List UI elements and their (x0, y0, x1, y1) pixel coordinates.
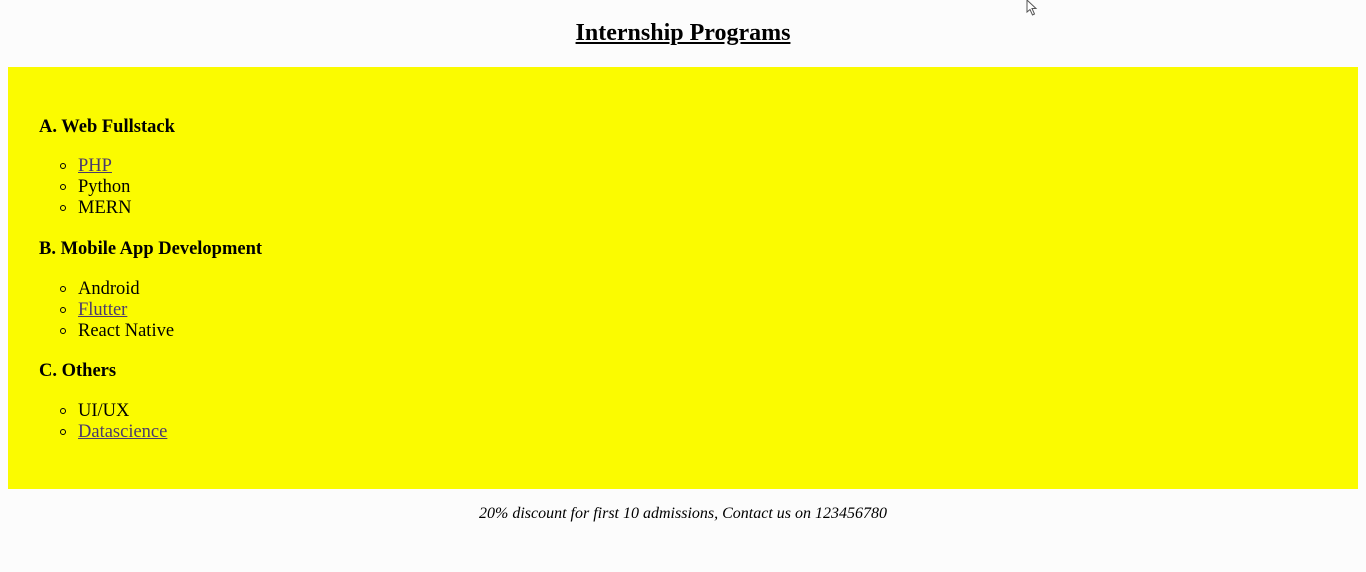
ui-ux-label: UI/UX (78, 401, 130, 421)
datascience-link[interactable]: Datascience (78, 422, 167, 442)
circle-bullet-icon (60, 205, 66, 211)
python-label: Python (78, 177, 131, 197)
web-fullstack-list: PHP Python MERN (48, 156, 131, 219)
section-heading-web-fullstack: A. Web Fullstack (39, 117, 175, 137)
list-item[interactable]: PHP (48, 156, 131, 177)
flutter-link[interactable]: Flutter (78, 300, 127, 320)
section-heading-others: C. Others (39, 361, 117, 381)
circle-bullet-icon (60, 163, 66, 169)
list-item: MERN (48, 198, 131, 219)
mern-label: MERN (78, 198, 132, 218)
circle-bullet-icon (60, 328, 66, 334)
circle-bullet-icon (60, 429, 66, 435)
list-item: Android (48, 279, 174, 300)
circle-bullet-icon (60, 286, 66, 292)
programs-panel: A. Web Fullstack PHP Python MERN B. Mobi… (8, 67, 1358, 489)
list-item: React Native (48, 321, 174, 342)
mobile-app-list: Android Flutter React Native (48, 279, 174, 342)
list-item[interactable]: Flutter (48, 300, 174, 321)
discount-note: 20% discount for first 10 admissions, Co… (478, 505, 888, 522)
circle-bullet-icon (60, 184, 66, 190)
android-label: Android (78, 279, 140, 299)
list-item: Python (48, 177, 131, 198)
others-list: UI/UX Datascience (48, 401, 167, 443)
php-link[interactable]: PHP (78, 156, 112, 176)
circle-bullet-icon (60, 408, 66, 414)
section-heading-mobile-app-development: B. Mobile App Development (39, 239, 263, 259)
mouse-pointer-icon (1026, 0, 1038, 16)
circle-bullet-icon (60, 307, 66, 313)
react-native-label: React Native (78, 321, 175, 341)
list-item: UI/UX (48, 401, 167, 422)
page-title: Internship Programs (575, 20, 791, 46)
list-item[interactable]: Datascience (48, 422, 167, 443)
